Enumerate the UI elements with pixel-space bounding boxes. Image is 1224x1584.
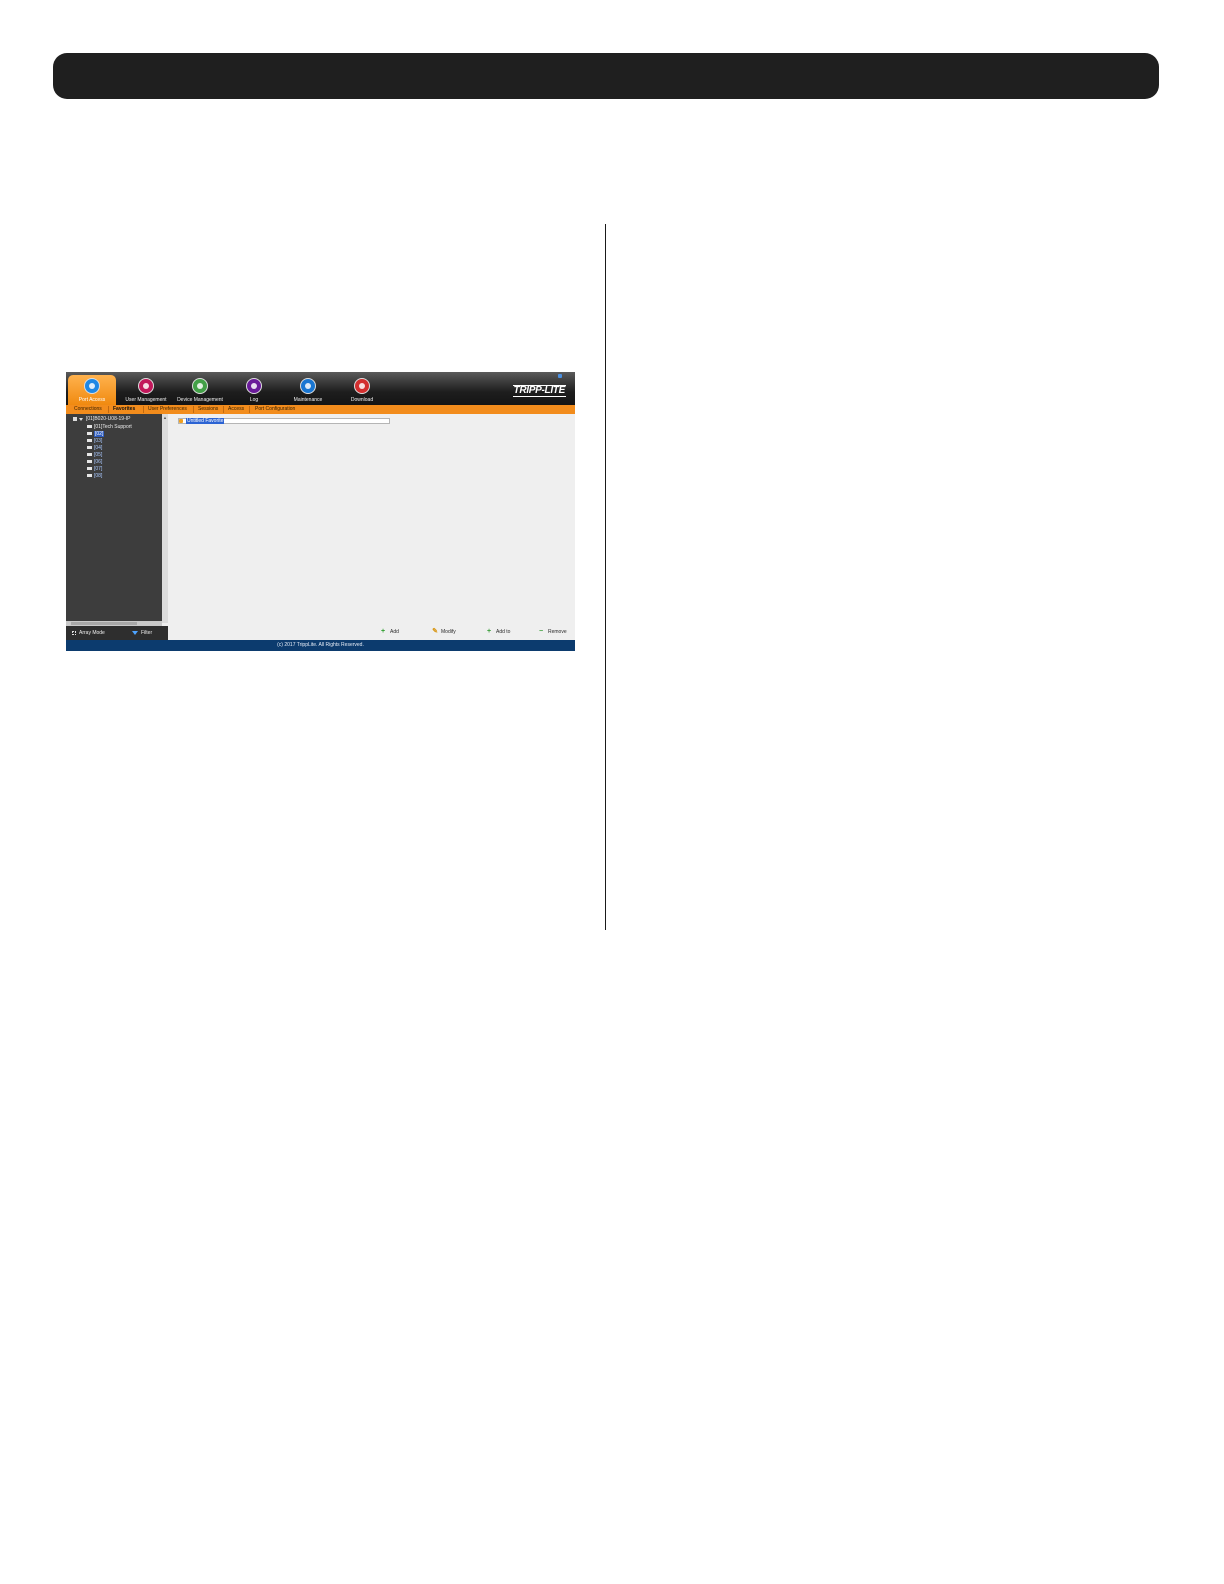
- tab-user-preferences[interactable]: User Preferences: [148, 406, 187, 412]
- tree-port-item[interactable]: [01]Tech Support: [94, 424, 132, 430]
- manual-page: Port Access User Management Device Manag…: [0, 0, 1224, 1584]
- port-icon: [87, 425, 92, 428]
- maintenance-icon: [300, 378, 316, 394]
- port-icon: [87, 453, 92, 456]
- tab-separator: [143, 406, 144, 413]
- tree-port-item[interactable]: [04]: [94, 445, 102, 451]
- filter-icon: [132, 631, 138, 635]
- grid-icon: [72, 631, 76, 635]
- array-mode-button[interactable]: Array Mode: [79, 630, 105, 636]
- tab-favorites[interactable]: Favorites: [113, 406, 135, 412]
- device-management-icon: [192, 378, 208, 394]
- favorite-name-input[interactable]: Untitled Favorite: [186, 418, 225, 424]
- tree-port-item[interactable]: [06]: [94, 459, 102, 465]
- tab-separator: [223, 406, 224, 413]
- nav-device-management[interactable]: Device Management: [174, 375, 226, 405]
- tab-sessions[interactable]: Sessions: [198, 406, 218, 412]
- column-divider: [605, 224, 606, 930]
- nav-label: Device Management: [177, 397, 223, 403]
- port-icon: [87, 439, 92, 442]
- scrollbar-thumb[interactable]: [71, 622, 137, 625]
- add-icon: +: [380, 628, 386, 635]
- nav-label: Log: [249, 397, 259, 403]
- port-icon: [87, 446, 92, 449]
- nav-label: Maintenance: [293, 397, 323, 403]
- pencil-icon: ✎: [432, 628, 438, 635]
- tab-connections[interactable]: Connections: [74, 406, 102, 412]
- nav-log[interactable]: Log: [238, 375, 270, 405]
- nav-label: Download: [350, 397, 374, 403]
- tripp-lite-logo: TRIPP-LITE: [512, 385, 566, 397]
- filter-button[interactable]: Filter: [141, 630, 152, 636]
- tab-separator: [108, 406, 109, 413]
- chevron-down-icon[interactable]: [79, 418, 83, 421]
- user-management-icon: [138, 378, 154, 394]
- tree-port-item[interactable]: [08]: [94, 473, 102, 479]
- app-screenshot: Port Access User Management Device Manag…: [66, 372, 575, 651]
- nav-label: Port Access: [78, 397, 106, 403]
- tab-port-configuration[interactable]: Port Configuration: [255, 406, 295, 412]
- scroll-up-icon[interactable]: ▲: [163, 415, 167, 420]
- main-toolbar: Port Access User Management Device Manag…: [66, 372, 575, 405]
- sub-navigation: Connections Favorites User Preferences S…: [66, 405, 575, 414]
- nav-user-management[interactable]: User Management: [122, 375, 170, 405]
- port-icon: [87, 474, 92, 477]
- port-icon: [87, 467, 92, 470]
- port-access-icon: [84, 378, 100, 394]
- add-button[interactable]: Add: [390, 629, 399, 635]
- copyright-text: (c) 2017 TrippLite. All Rights Reserved.: [277, 642, 364, 648]
- window-control-icon[interactable]: [558, 374, 562, 378]
- nav-label: User Management: [125, 397, 167, 403]
- download-icon: [354, 378, 370, 394]
- tab-separator: [249, 406, 250, 413]
- page-header-bar: [53, 53, 1159, 99]
- modify-button[interactable]: Modify: [441, 629, 456, 635]
- add-to-button[interactable]: Add to: [496, 629, 510, 635]
- tab-separator: [193, 406, 194, 413]
- remove-button[interactable]: Remove: [548, 629, 567, 635]
- tab-access[interactable]: Access: [228, 406, 244, 412]
- tree-footer: Array Mode Filter: [66, 626, 168, 640]
- port-icon: [87, 432, 92, 435]
- tree-port-item[interactable]: [02]: [94, 431, 105, 437]
- tree-collapse-icon[interactable]: [73, 417, 77, 421]
- nav-maintenance[interactable]: Maintenance: [286, 375, 330, 405]
- favorite-star-icon: [179, 419, 183, 423]
- device-tree-panel: [01]B020-U08-19-IP [01]Tech Support [02]…: [66, 414, 162, 623]
- add-to-icon: +: [486, 628, 492, 635]
- status-footer: (c) 2017 TrippLite. All Rights Reserved.: [66, 640, 575, 651]
- tree-root[interactable]: [01]B020-U08-19-IP: [86, 416, 130, 422]
- tree-port-item[interactable]: [03]: [94, 438, 102, 444]
- port-icon: [87, 460, 92, 463]
- log-icon: [246, 378, 262, 394]
- tree-port-item[interactable]: [07]: [94, 466, 102, 472]
- tree-vertical-scrollbar[interactable]: [162, 414, 168, 623]
- tree-port-item[interactable]: [05]: [94, 452, 102, 458]
- remove-icon: −: [538, 628, 544, 635]
- nav-port-access[interactable]: Port Access: [68, 375, 116, 405]
- nav-download[interactable]: Download: [344, 375, 380, 405]
